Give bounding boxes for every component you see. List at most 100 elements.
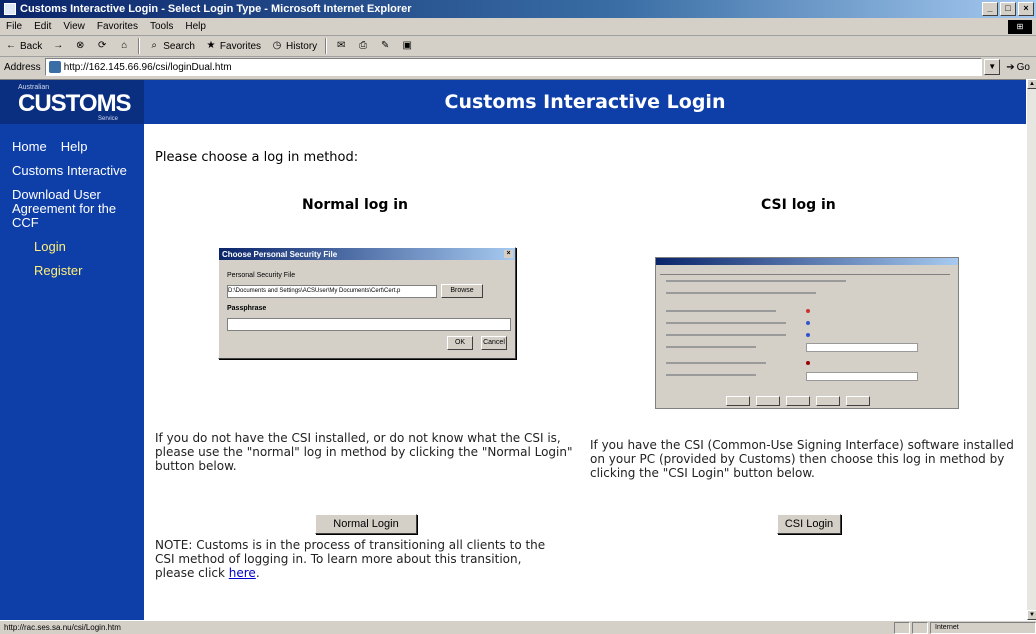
sidebar-item-home[interactable]: Home [12,140,47,154]
csi-window-button [786,396,810,406]
home-button[interactable]: ⌂ [113,40,135,52]
dialog-file-label: Personal Security File [227,272,296,279]
dialog-title-bar: Choose Personal Security File × [219,248,515,260]
status-bar: http://rac.ses.sa.nu/csi/Login.htm Inter… [0,620,1036,634]
csi-login-description: If you have the CSI (Common-Use Signing … [590,438,1014,480]
edit-icon: ✎ [380,40,390,51]
page-banner: Customs Interactive Login [144,80,1026,124]
address-dropdown-button[interactable]: ▼ [984,59,1001,75]
sidebar-item-customs-interactive[interactable]: Customs Interactive [12,164,140,178]
dialog-file-field: D:\Documents and Settings\ACSUser\My Doc… [227,285,437,298]
dialog-browse-button: Browse [441,284,483,298]
discuss-icon: ▣ [402,40,412,51]
search-icon: ⌕ [151,40,158,51]
menu-file[interactable]: File [0,21,28,32]
csi-login-screenshot [655,257,959,409]
mail-button[interactable]: ✉ [330,40,352,52]
note-suffix: . [255,566,260,580]
csi-status-dot [806,333,810,337]
dialog-close-icon: × [504,250,513,258]
back-button[interactable]: ← Back [0,40,47,52]
csi-window-button [846,396,870,406]
minimize-button[interactable]: _ [982,2,998,16]
normal-login-button[interactable]: Normal Login [315,514,417,534]
go-arrow-icon: ➔ [1006,61,1015,73]
normal-login-heading: Normal log in [302,197,409,213]
menu-help[interactable]: Help [179,21,212,32]
status-text: http://rac.ses.sa.nu/csi/Login.htm [4,623,121,632]
csi-text-line [666,280,846,282]
logo-main-text: CUSTOMS [18,90,132,117]
csi-window-button [726,396,750,406]
customs-logo: Australian CUSTOMS Service [0,80,144,124]
windows-logo-icon: ⊞ [1008,20,1032,34]
back-label: Back [20,40,43,52]
page-title: Customs Interactive Login [444,91,726,113]
menu-tools[interactable]: Tools [144,21,179,32]
normal-login-description: If you do not have the CSI installed, or… [155,431,573,473]
go-label: Go [1016,61,1030,73]
sidebar-item-download-agreement[interactable]: Download User Agreement for the CCF [12,188,140,230]
print-icon: ⎙ [359,40,368,51]
menu-view[interactable]: View [57,21,91,32]
sidebar: Australian CUSTOMS Service Home Help Cus… [0,80,144,621]
sidebar-nav: Home Help Customs Interactive Download U… [12,140,140,288]
window-title-bar: Customs Interactive Login - Select Login… [0,0,1036,18]
home-icon: ⌂ [121,40,128,51]
menu-favorites[interactable]: Favorites [91,21,144,32]
menu-bar: File Edit View Favorites Tools Help [0,18,1036,36]
vertical-scrollbar[interactable]: ▲ ▼ [1026,79,1036,620]
go-button[interactable]: ➔ Go [1000,62,1036,73]
dialog-password-label: Passphrase [227,305,267,312]
stop-button[interactable]: ⊗ [69,40,91,52]
csi-status-dot [806,321,810,325]
note-prefix: NOTE: [155,538,193,552]
status-cell [894,621,910,634]
csi-login-heading: CSI log in [761,197,836,213]
close-button[interactable]: × [1018,2,1034,16]
dialog-cancel-button: Cancel [481,336,507,350]
standard-toolbar: ← Back → ⊗ ⟳ ⌂ ⌕ Search ★ Favorites ◷ Histor… [0,36,1036,57]
maximize-button[interactable]: □ [1000,2,1016,16]
csi-field [806,343,918,352]
search-button[interactable]: ⌕ Search [143,40,200,52]
address-bar: Address http://162.145.66.96/csi/loginDu… [0,57,1036,77]
toolbar-separator [325,38,328,54]
discuss-button[interactable]: ▣ [396,40,418,52]
favorites-label: Favorites [219,40,262,52]
history-label: History [286,40,318,52]
csi-window-button [816,396,840,406]
ie-icon [4,3,16,15]
search-label: Search [163,40,195,52]
forward-button[interactable]: → [47,40,69,52]
note-here-link[interactable]: here [229,566,256,580]
csi-status-dot [806,361,810,365]
edit-button[interactable]: ✎ [374,40,396,52]
sidebar-item-help[interactable]: Help [61,140,88,154]
dialog-password-field [227,318,511,331]
csi-text-line [666,322,786,324]
main-content: Please choose a log in method: Normal lo… [144,124,1026,621]
csi-text-line [666,346,756,348]
sidebar-item-login[interactable]: Login [34,240,140,254]
refresh-button[interactable]: ⟳ [91,40,113,52]
note-text: Customs is in the process of transitioni… [155,538,546,580]
csi-text-line [666,362,766,364]
history-button[interactable]: ◷ History [266,40,322,52]
csi-text-line [666,374,756,376]
page-icon [48,61,61,73]
mail-icon: ✉ [336,40,346,51]
scroll-up-icon[interactable]: ▲ [1027,79,1036,89]
forward-arrow-icon: → [53,40,64,51]
page-viewport: Australian CUSTOMS Service Home Help Cus… [0,79,1026,621]
dialog-title: Choose Personal Security File [222,249,338,259]
print-button[interactable]: ⎙ [352,40,374,52]
csi-text-line [666,292,816,294]
scroll-down-icon[interactable]: ▼ [1027,610,1036,620]
favorites-button[interactable]: ★ Favorites [200,40,266,52]
address-input[interactable]: http://162.145.66.96/csi/loginDual.htm [44,58,983,76]
sidebar-item-register[interactable]: Register [34,264,140,278]
csi-login-button[interactable]: CSI Login [777,514,841,534]
menu-edit[interactable]: Edit [28,21,57,32]
back-arrow-icon: ← [6,40,16,51]
